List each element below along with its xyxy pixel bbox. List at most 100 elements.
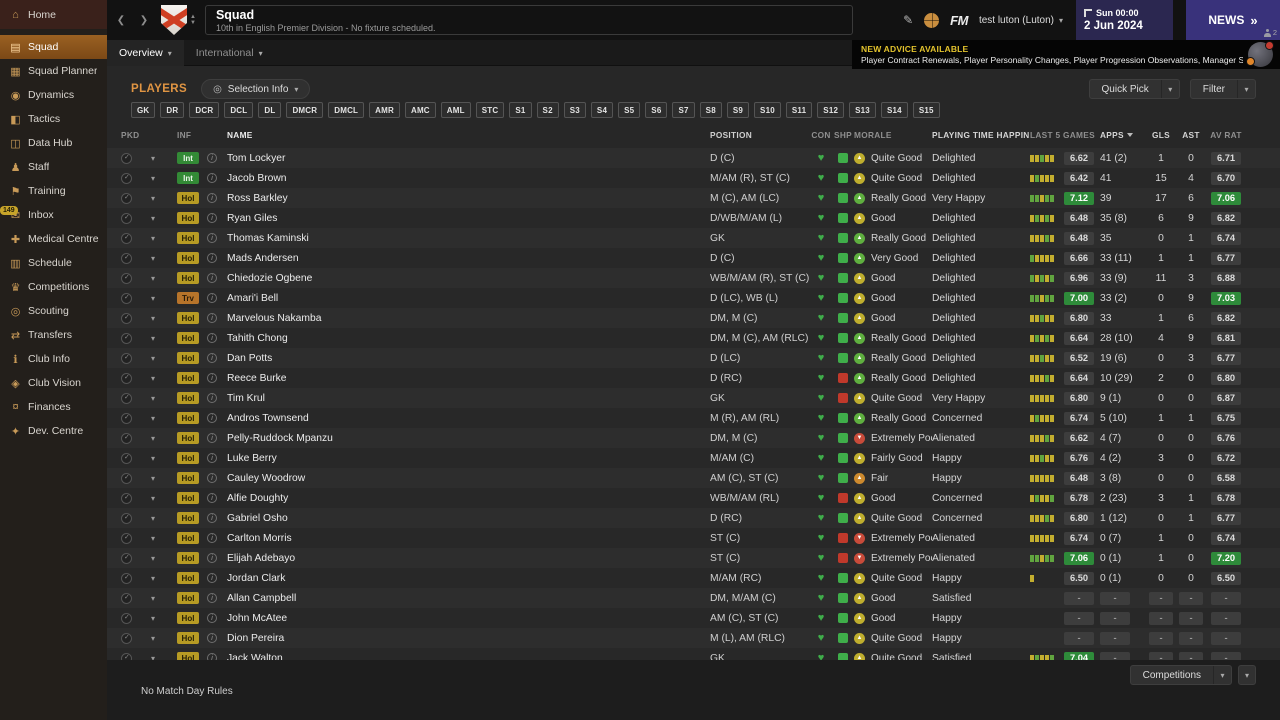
player-name[interactable]: Marvelous Nakamba bbox=[227, 313, 710, 324]
player-info-icon[interactable] bbox=[207, 653, 217, 660]
table-row[interactable]: Hol Thomas Kaminski GK ▲ Really Good Deli… bbox=[107, 228, 1280, 248]
position-filter-s15[interactable]: S15 bbox=[912, 102, 940, 118]
player-name[interactable]: Andros Townsend bbox=[227, 413, 710, 424]
row-expand-chevron-icon[interactable] bbox=[151, 274, 177, 283]
player-name[interactable]: John McAtee bbox=[227, 613, 710, 624]
position-filter-s8[interactable]: S8 bbox=[699, 102, 722, 118]
player-info-icon[interactable] bbox=[207, 193, 217, 203]
row-select-checkbox[interactable] bbox=[121, 572, 132, 584]
table-row[interactable]: Hol Mads Andersen D (C) ▲ Very Good Delig… bbox=[107, 248, 1280, 268]
table-row[interactable]: Hol Ross Barkley M (C), AM (LC) ▲ Really … bbox=[107, 188, 1280, 208]
position-filter-amc[interactable]: AMC bbox=[404, 102, 436, 118]
column-header-ast[interactable]: AST bbox=[1176, 130, 1206, 140]
player-name[interactable]: Pelly-Ruddock Mpanzu bbox=[227, 433, 710, 444]
competitions-dropdown-chevron[interactable] bbox=[1213, 666, 1231, 684]
column-header-position[interactable]: POSITION bbox=[710, 130, 810, 140]
table-row[interactable]: Int Jacob Brown M/AM (R), ST (C) ▲ Quite … bbox=[107, 168, 1280, 188]
row-expand-chevron-icon[interactable] bbox=[151, 254, 177, 263]
column-header-apps[interactable]: APPS bbox=[1100, 130, 1146, 140]
table-row[interactable]: Hol Carlton Morris ST (C) ▼ Extremely Poo… bbox=[107, 528, 1280, 548]
sidebar-item-inbox[interactable]: 149 ✉ Inbox bbox=[0, 203, 107, 227]
sidebar-item-staff[interactable]: ♟ Staff bbox=[0, 155, 107, 179]
row-select-checkbox[interactable] bbox=[121, 212, 132, 224]
sidebar-item-transfers[interactable]: ⇄ Transfers bbox=[0, 323, 107, 347]
position-filter-s7[interactable]: S7 bbox=[672, 102, 695, 118]
selection-info-dropdown[interactable]: Selection Info bbox=[201, 79, 311, 99]
table-row[interactable]: Hol Tahith Chong DM, M (C), AM (RLC) ▲ Re… bbox=[107, 328, 1280, 348]
position-filter-aml[interactable]: AML bbox=[440, 102, 471, 118]
row-select-checkbox[interactable] bbox=[121, 332, 132, 344]
player-name[interactable]: Jacob Brown bbox=[227, 173, 710, 184]
player-info-icon[interactable] bbox=[207, 393, 217, 403]
row-expand-chevron-icon[interactable] bbox=[151, 474, 177, 483]
player-name[interactable]: Amari'i Bell bbox=[227, 293, 710, 304]
player-info-icon[interactable] bbox=[207, 593, 217, 603]
row-select-checkbox[interactable] bbox=[121, 452, 132, 464]
player-name[interactable]: Alfie Doughty bbox=[227, 493, 710, 504]
player-info-icon[interactable] bbox=[207, 253, 217, 263]
table-row[interactable]: Hol Jordan Clark M/AM (RC) ▲ Quite Good H… bbox=[107, 568, 1280, 588]
table-row[interactable]: Hol Alfie Doughty WB/M/AM (RL) ▲ Good Con… bbox=[107, 488, 1280, 508]
row-expand-chevron-icon[interactable] bbox=[151, 194, 177, 203]
position-filter-stc[interactable]: STC bbox=[475, 102, 505, 118]
player-info-icon[interactable] bbox=[207, 513, 217, 523]
table-row[interactable]: Int Tom Lockyer D (C) ▲ Quite Good Deligh… bbox=[107, 148, 1280, 168]
sidebar-item-competitions[interactable]: ♛ Competitions bbox=[0, 275, 107, 299]
table-row[interactable]: Hol Marvelous Nakamba DM, M (C) ▲ Good De… bbox=[107, 308, 1280, 328]
table-row[interactable]: Hol Allan Campbell DM, M/AM (C) ▲ Good Sa… bbox=[107, 588, 1280, 608]
column-header-con[interactable]: CON bbox=[810, 130, 832, 140]
player-name[interactable]: Elijah Adebayo bbox=[227, 553, 710, 564]
player-info-icon[interactable] bbox=[207, 633, 217, 643]
player-name[interactable]: Reece Burke bbox=[227, 373, 710, 384]
position-filter-s6[interactable]: S6 bbox=[645, 102, 668, 118]
row-expand-chevron-icon[interactable] bbox=[151, 354, 177, 363]
position-filter-s13[interactable]: S13 bbox=[849, 102, 876, 118]
row-select-checkbox[interactable] bbox=[121, 472, 132, 484]
filter-dropdown-chevron[interactable] bbox=[1237, 80, 1255, 98]
row-select-checkbox[interactable] bbox=[121, 352, 132, 364]
position-filter-dl[interactable]: DL bbox=[258, 102, 282, 118]
position-filter-dcr[interactable]: DCR bbox=[189, 102, 220, 118]
player-info-icon[interactable] bbox=[207, 473, 217, 483]
sidebar-item-scouting[interactable]: ◎ Scouting bbox=[0, 299, 107, 323]
player-name[interactable]: Thomas Kaminski bbox=[227, 233, 710, 244]
player-name[interactable]: Tom Lockyer bbox=[227, 153, 710, 164]
row-select-checkbox[interactable] bbox=[121, 652, 132, 660]
position-filter-dcl[interactable]: DCL bbox=[224, 102, 254, 118]
row-expand-chevron-icon[interactable] bbox=[151, 374, 177, 383]
player-name[interactable]: Allan Campbell bbox=[227, 593, 710, 604]
table-row[interactable]: Hol Jack Walton GK ▲ Quite Good Satisfied… bbox=[107, 648, 1280, 660]
row-select-checkbox[interactable] bbox=[121, 592, 132, 604]
row-expand-chevron-icon[interactable] bbox=[151, 534, 177, 543]
row-expand-chevron-icon[interactable] bbox=[151, 214, 177, 223]
row-expand-chevron-icon[interactable] bbox=[151, 454, 177, 463]
row-expand-chevron-icon[interactable] bbox=[151, 554, 177, 563]
column-header-gls[interactable]: GLS bbox=[1146, 130, 1176, 140]
column-header-shp[interactable]: SHP bbox=[832, 130, 854, 140]
player-info-icon[interactable] bbox=[207, 553, 217, 563]
player-info-icon[interactable] bbox=[207, 313, 217, 323]
position-filter-s14[interactable]: S14 bbox=[880, 102, 908, 118]
player-info-icon[interactable] bbox=[207, 533, 217, 543]
edit-icon[interactable]: ✎ bbox=[903, 13, 913, 27]
position-filter-gk[interactable]: GK bbox=[131, 102, 156, 118]
table-row[interactable]: Hol Ryan Giles D/WB/M/AM (L) ▲ Good Delig… bbox=[107, 208, 1280, 228]
player-name[interactable]: Chiedozie Ogbene bbox=[227, 273, 710, 284]
game-date-continue[interactable]: Sun 00:00 2 Jun 2024 bbox=[1076, 0, 1173, 40]
sidebar-item-dev-centre[interactable]: ✦ Dev. Centre bbox=[0, 419, 107, 443]
position-filter-dr[interactable]: DR bbox=[160, 102, 185, 118]
table-row[interactable]: Hol Pelly-Ruddock Mpanzu DM, M (C) ▼ Extr… bbox=[107, 428, 1280, 448]
advice-notification[interactable]: NEW ADVICE AVAILABLE Player Contract Ren… bbox=[852, 40, 1280, 69]
row-select-checkbox[interactable] bbox=[121, 272, 132, 284]
player-info-icon[interactable] bbox=[207, 153, 217, 163]
player-info-icon[interactable] bbox=[207, 373, 217, 383]
table-row[interactable]: Hol Reece Burke D (RC) ▲ Really Good Deli… bbox=[107, 368, 1280, 388]
position-filter-s5[interactable]: S5 bbox=[618, 102, 641, 118]
sidebar-item-club-vision[interactable]: ◈ Club Vision bbox=[0, 371, 107, 395]
row-select-checkbox[interactable] bbox=[121, 612, 132, 624]
row-select-checkbox[interactable] bbox=[121, 172, 132, 184]
player-name[interactable]: Mads Andersen bbox=[227, 253, 710, 264]
tab-overview[interactable]: Overview bbox=[107, 39, 184, 66]
player-info-icon[interactable] bbox=[207, 333, 217, 343]
position-filter-dmcr[interactable]: DMCR bbox=[286, 102, 324, 118]
